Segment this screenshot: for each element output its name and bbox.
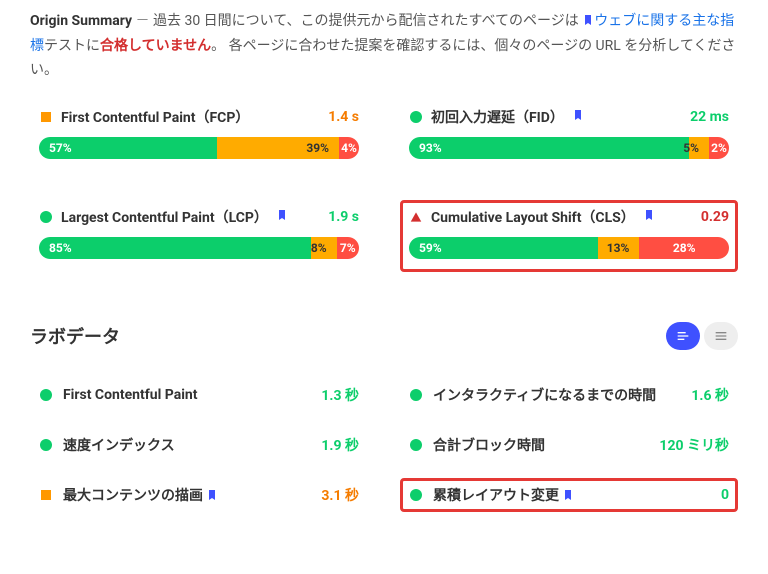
metric-card: 初回入力遅延（FID） 22 ms 93% 5% 2% (400, 100, 738, 172)
distribution-bar: 57% 39% 4% (39, 137, 359, 159)
circle-green-icon (409, 438, 423, 452)
metric-name: Largest Contentful Paint（LCP） (61, 207, 268, 227)
metric-header: First Contentful Paint（FCP） 1.4 s (39, 107, 359, 127)
lab-metric-row: 最大コンテンツの描画 3.1 秒 (30, 478, 368, 512)
square-orange-icon (39, 488, 53, 502)
square-orange-icon (39, 110, 53, 124)
summary-text-2: テストに (44, 38, 100, 54)
distribution-bar: 59% 13% 28% (409, 237, 729, 259)
lab-metric-name: First Contentful Paint (63, 387, 311, 403)
lab-metric-name: 最大コンテンツの描画 (63, 485, 311, 505)
metric-value: 0.29 (701, 209, 729, 225)
circle-green-icon (39, 210, 53, 224)
bar-good: 93% (409, 137, 689, 159)
bookmark-icon (582, 11, 594, 35)
distribution-bar: 85% 8% 7% (39, 237, 359, 259)
bookmark-icon (643, 209, 655, 225)
bar-needs-improvement: 5% (689, 137, 709, 159)
bar-poor: 7% (337, 237, 359, 259)
view-toggle (666, 322, 738, 350)
metric-header: Cumulative Layout Shift（CLS） 0.29 (409, 207, 729, 227)
metric-value: 1.9 s (328, 209, 359, 225)
metric-card: Largest Contentful Paint（LCP） 1.9 s 85% … (30, 200, 368, 272)
metric-name: Cumulative Layout Shift（CLS） (431, 207, 635, 227)
circle-green-icon (409, 388, 423, 402)
lab-metric-row: First Contentful Paint 1.3 秒 (30, 378, 368, 412)
fail-status: 合格していません (100, 38, 211, 54)
lab-metric-value: 1.6 秒 (691, 385, 729, 405)
lab-metric-value: 1.3 秒 (321, 385, 359, 405)
circle-green-icon (39, 388, 53, 402)
distribution-bar: 93% 5% 2% (409, 137, 729, 159)
bookmark-icon (206, 489, 218, 505)
bookmark-icon (276, 209, 288, 225)
lab-section-title: ラボデータ (30, 323, 120, 349)
lab-metric-row: 速度インデックス 1.9 秒 (30, 428, 368, 462)
lab-col-right: インタラクティブになるまでの時間 1.6 秒 合計ブロック時間 120 ミリ秒 … (400, 378, 738, 512)
metric-card: Cumulative Layout Shift（CLS） 0.29 59% 13… (400, 200, 738, 272)
lab-metric-value: 0 (721, 487, 729, 503)
lab-metrics-grid: First Contentful Paint 1.3 秒 速度インデックス 1.… (30, 378, 738, 512)
summary-title: Origin Summary (30, 13, 132, 29)
view-toggle-list-button[interactable] (666, 322, 700, 350)
lab-metric-row: インタラクティブになるまでの時間 1.6 秒 (400, 378, 738, 412)
circle-green-icon (39, 438, 53, 452)
lab-metric-value: 120 ミリ秒 (659, 435, 729, 455)
lab-metric-row: 合計ブロック時間 120 ミリ秒 (400, 428, 738, 462)
list-icon (675, 328, 691, 344)
lab-metric-name: 累積レイアウト変更 (433, 485, 711, 505)
origin-summary: Origin Summary － 過去 30 日間について、この提供元から配信さ… (30, 10, 738, 82)
bar-poor: 28% (639, 237, 729, 259)
lab-metric-name: 速度インデックス (63, 435, 311, 455)
triangle-red-icon (409, 210, 423, 224)
lab-metric-value: 1.9 秒 (321, 435, 359, 455)
summary-text-1: 過去 30 日間について、この提供元から配信されたすべてのページは (153, 13, 579, 29)
metric-header: Largest Contentful Paint（LCP） 1.9 s (39, 207, 359, 227)
bookmark-icon (572, 109, 584, 125)
bar-good: 57% (39, 137, 217, 159)
circle-green-icon (409, 110, 423, 124)
dash: － (136, 13, 150, 29)
bookmark-icon (562, 489, 574, 505)
circle-green-icon (409, 488, 423, 502)
lab-metric-name: 合計ブロック時間 (433, 435, 649, 455)
bar-good: 85% (39, 237, 311, 259)
lines-icon (713, 328, 729, 344)
bar-needs-improvement: 8% (311, 237, 337, 259)
field-metrics-grid: First Contentful Paint（FCP） 1.4 s 57% 39… (30, 100, 738, 272)
bar-poor: 2% (709, 137, 729, 159)
lab-metric-row: 累積レイアウト変更 0 (400, 478, 738, 512)
bar-good: 59% (409, 237, 598, 259)
view-toggle-grid-button[interactable] (704, 322, 738, 350)
bar-needs-improvement: 39% (217, 137, 339, 159)
metric-header: 初回入力遅延（FID） 22 ms (409, 107, 729, 127)
metric-name: First Contentful Paint（FCP） (61, 107, 249, 127)
metric-value: 22 ms (690, 109, 729, 125)
metric-name: 初回入力遅延（FID） (431, 107, 564, 127)
metric-card: First Contentful Paint（FCP） 1.4 s 57% 39… (30, 100, 368, 172)
metric-value: 1.4 s (328, 109, 359, 125)
lab-metric-value: 3.1 秒 (321, 485, 359, 505)
lab-section-header: ラボデータ (30, 322, 738, 350)
lab-metric-name: インタラクティブになるまでの時間 (433, 385, 681, 405)
bar-poor: 4% (339, 137, 359, 159)
lab-col-left: First Contentful Paint 1.3 秒 速度インデックス 1.… (30, 378, 368, 512)
bar-needs-improvement: 13% (598, 237, 640, 259)
